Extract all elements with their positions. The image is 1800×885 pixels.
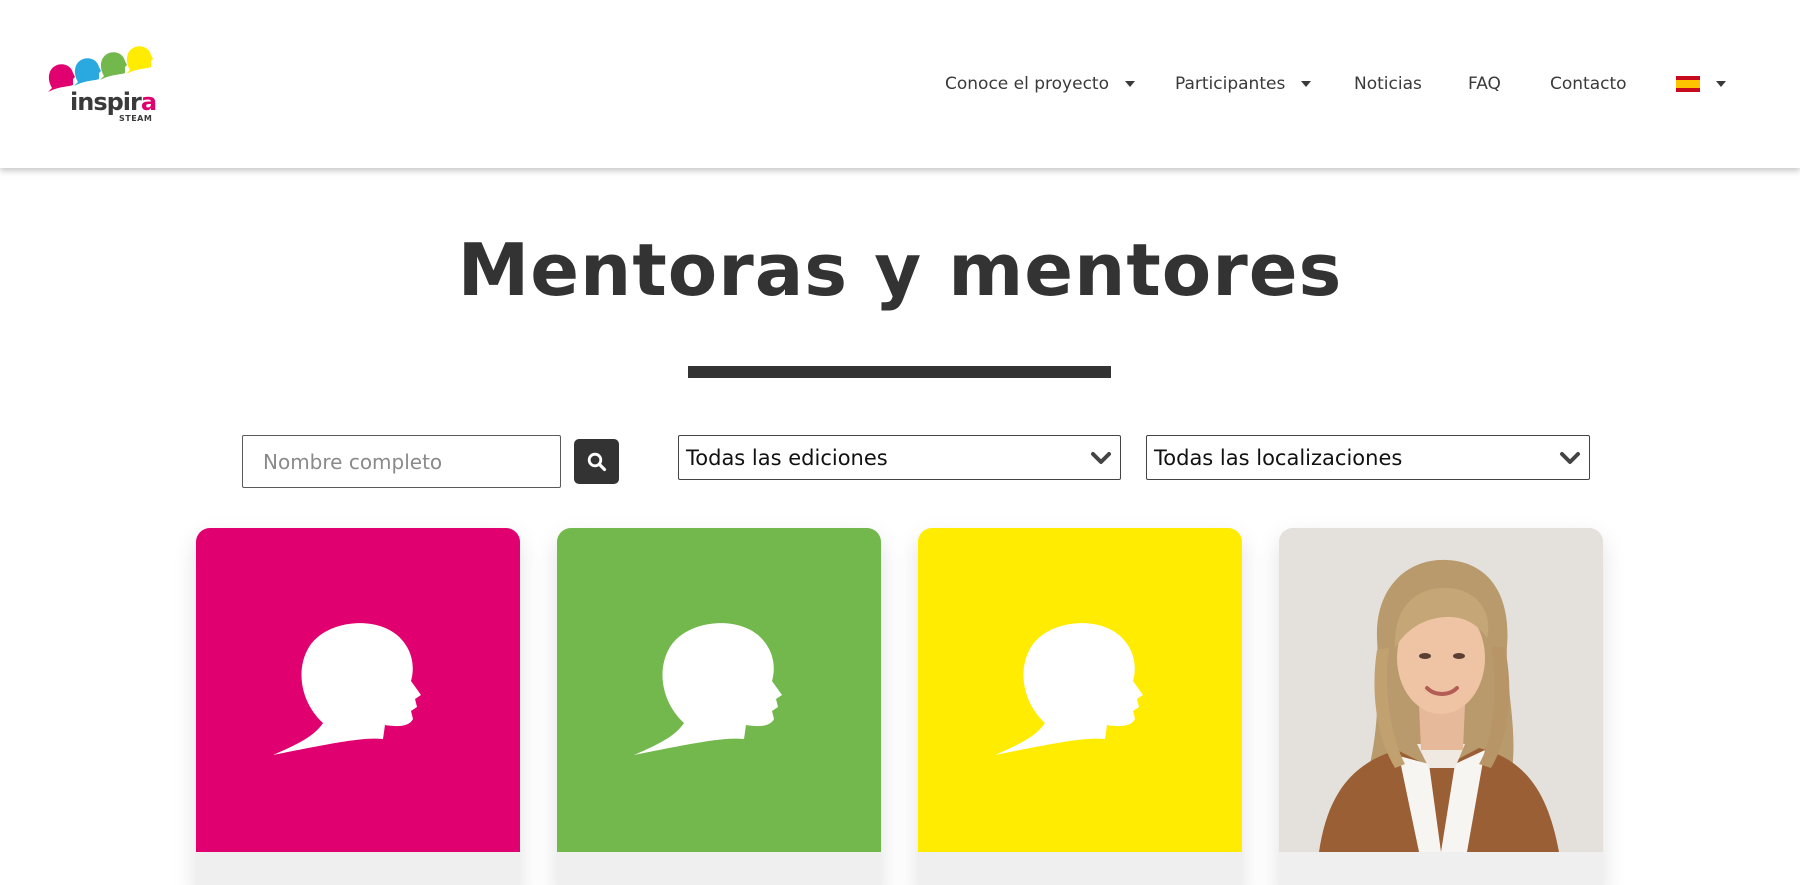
nav-item-label: Contacto [1550,74,1627,94]
location-select[interactable]: Todas las localizaciones [1146,435,1590,480]
language-switcher[interactable] [1676,72,1726,96]
head-silhouette-icon [634,623,782,755]
search-button[interactable] [574,439,619,484]
mentor-card-image [557,528,881,852]
spain-flag-icon [1676,76,1700,92]
head-silhouette-icon [273,623,421,755]
caret-down-icon [1301,81,1312,87]
edition-select-value: Todas las ediciones [686,445,888,470]
nav-item-contacto[interactable]: Contacto [1550,72,1627,96]
mentor-card-image [918,528,1242,852]
nav-item-faq[interactable]: FAQ [1468,72,1501,96]
page-title: Mentoras y mentores [457,228,1343,312]
nav-item-label: Conoce el proyecto [945,74,1109,94]
site-header: inspira STEAM Conoce el proyecto Partici… [0,0,1800,168]
mentor-card-photo [1279,528,1603,852]
logo-subtitle: STEAM [119,114,153,123]
mentor-card-footer [918,852,1242,885]
location-select-value: Todas las localizaciones [1154,445,1403,470]
mentor-card[interactable] [1279,528,1603,885]
mentor-card-image [196,528,520,852]
search-icon [587,452,606,471]
caret-down-icon [1124,81,1135,87]
nav-item-label: FAQ [1468,74,1501,94]
nav-item-participantes[interactable]: Participantes [1175,72,1312,96]
head-silhouette-icon [995,623,1143,755]
nav-item-label: Noticias [1354,74,1422,94]
mentor-card-footer [196,852,520,885]
mentor-portrait [1279,528,1603,852]
mentor-card[interactable] [918,528,1242,885]
logo-head-shape [126,46,153,74]
name-search-input[interactable] [242,435,561,488]
nav-item-conoce-el-proyecto[interactable]: Conoce el proyecto [945,72,1135,96]
edition-select[interactable]: Todas las ediciones [678,435,1121,480]
caret-down-icon [1716,81,1726,87]
nav-item-noticias[interactable]: Noticias [1354,72,1422,96]
title-divider [688,366,1111,378]
main-nav: Conoce el proyecto Participantes Noticia… [0,72,1800,96]
mentor-card-footer [557,852,881,885]
mentor-card[interactable] [557,528,881,885]
chevron-down-icon [1560,451,1580,464]
chevron-down-icon [1091,451,1111,464]
mentor-card-footer [1279,852,1603,885]
nav-item-label: Participantes [1175,74,1286,94]
mentor-card[interactable] [196,528,520,885]
